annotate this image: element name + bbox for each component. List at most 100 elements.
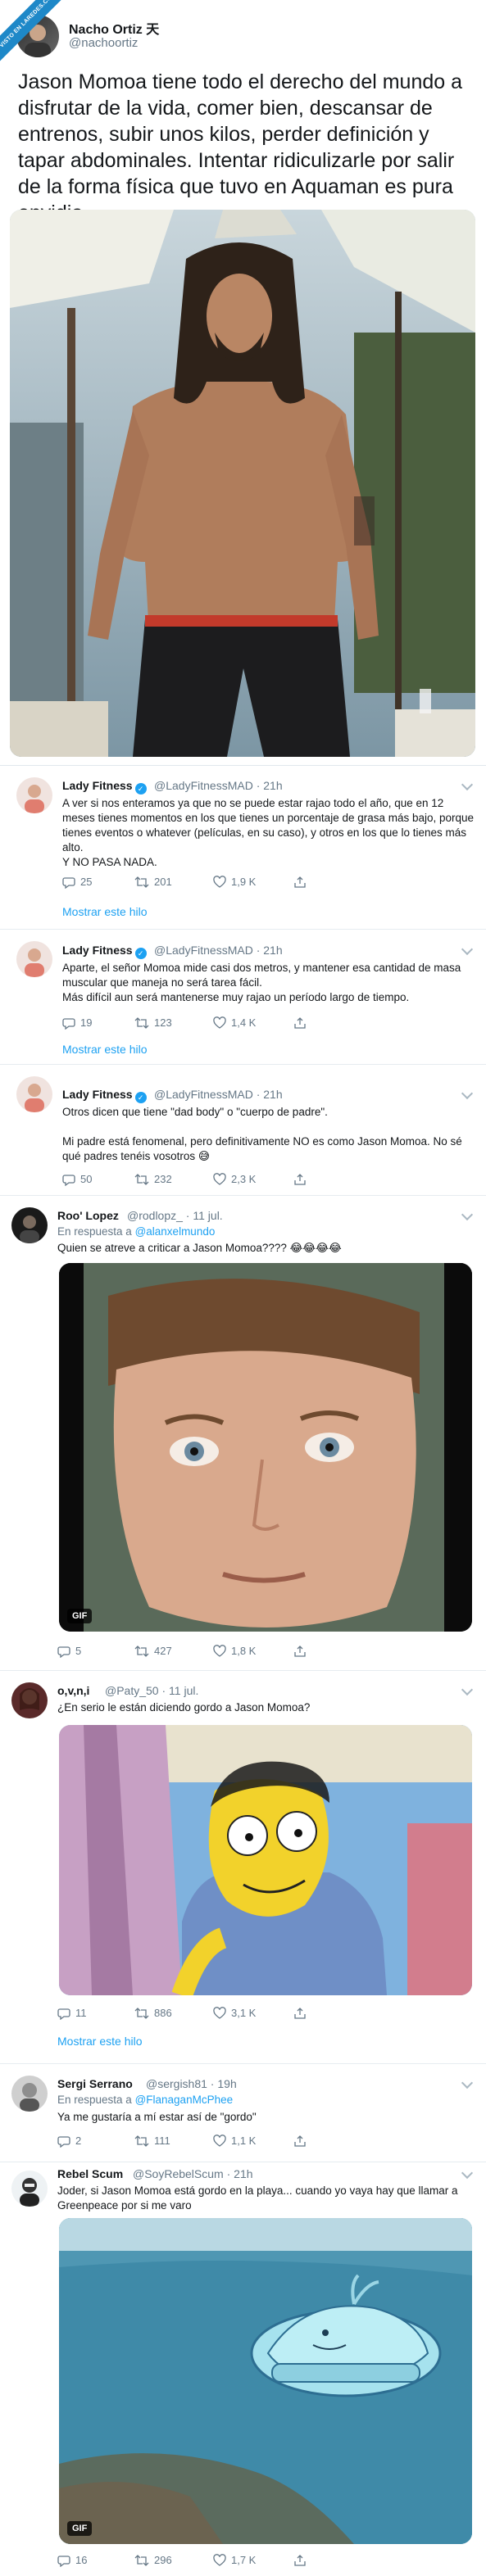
show-thread-link[interactable]: Mostrar este hilo: [57, 2035, 142, 2048]
tweet-gif[interactable]: GIF: [59, 1263, 472, 1632]
page: VISTO EN LAREDES.COM Nacho Ortiz 天 @nach…: [0, 0, 486, 2576]
retweet-button[interactable]: 201: [134, 874, 172, 890]
like-button[interactable]: 1,4 K: [213, 1015, 256, 1031]
avatar[interactable]: [11, 1682, 48, 1718]
avatar[interactable]: [11, 2076, 48, 2112]
avatar[interactable]: [16, 941, 52, 977]
in-reply-to[interactable]: En respuesta a @alanxelmundo: [57, 1225, 215, 1238]
tweet-image[interactable]: [59, 1725, 472, 1995]
share-button[interactable]: [293, 1643, 311, 1659]
chevron-down-icon[interactable]: [461, 778, 474, 791]
reply-button[interactable]: 50: [62, 1171, 92, 1188]
author-name[interactable]: Lady Fitness ✓: [62, 779, 147, 795]
author-handle-time[interactable]: @LadyFitnessMAD · 21h: [154, 1088, 283, 1101]
share-button[interactable]: [293, 2005, 311, 2021]
reply-button[interactable]: 19: [62, 1015, 92, 1031]
tweet-actions: 25 201 1,9 K: [62, 874, 333, 890]
tweet-actions: 50 232 2,3 K: [62, 1171, 333, 1188]
share-button[interactable]: [293, 874, 311, 890]
tweet-actions: 19 123 1,4 K: [62, 1015, 333, 1031]
retweet-icon: [134, 1646, 149, 1657]
chevron-down-icon[interactable]: [461, 2166, 474, 2180]
tweet-actions: 2 111 1,1 K: [57, 2133, 328, 2149]
chevron-down-icon[interactable]: [461, 943, 474, 956]
like-button[interactable]: 1,9 K: [213, 874, 256, 890]
reply-icon: [57, 2136, 70, 2148]
share-icon: [294, 876, 306, 888]
reply-text: Aparte, el señor Momoa mide casi dos met…: [62, 962, 461, 1003]
author-name[interactable]: o,v,n,i: [57, 1684, 89, 1697]
reply-icon: [62, 1175, 75, 1187]
show-thread-link[interactable]: Mostrar este hilo: [62, 905, 147, 918]
author-name[interactable]: Nacho Ortiz 天: [69, 18, 159, 38]
author-handle[interactable]: @nachoortiz: [69, 36, 138, 50]
share-icon: [294, 1646, 306, 1657]
like-button[interactable]: 1,7 K: [213, 2552, 256, 2569]
chevron-down-icon[interactable]: [461, 2076, 474, 2089]
in-reply-to[interactable]: En respuesta a @FlanaganMcPhee: [57, 2094, 233, 2106]
tweet-actions: 11 886 3,1 K: [57, 2005, 328, 2021]
reply-button[interactable]: 16: [57, 2552, 87, 2569]
heart-icon: [213, 2554, 226, 2566]
author-name[interactable]: Lady Fitness ✓: [62, 944, 147, 959]
avatar[interactable]: [16, 777, 52, 813]
share-icon: [294, 2555, 306, 2566]
share-button[interactable]: [293, 2133, 311, 2149]
retweet-button[interactable]: 111: [134, 2133, 170, 2149]
reply-text: ¿En serio le están diciendo gordo a Jaso…: [57, 1701, 311, 1714]
verified-badge-icon: ✓: [134, 1092, 147, 1103]
retweet-button[interactable]: 123: [134, 1015, 172, 1031]
tweet-photo[interactable]: [10, 210, 475, 757]
chevron-down-icon[interactable]: [461, 1208, 474, 1221]
author-name[interactable]: Sergi Serrano: [57, 2077, 133, 2090]
reply-button[interactable]: 25: [62, 874, 92, 890]
gif-badge: GIF: [67, 2521, 93, 2536]
reply-tweet: Lady Fitness ✓ @LadyFitnessMAD · 21h Otro…: [0, 1065, 486, 1196]
retweet-icon: [134, 2555, 149, 2566]
retweet-button[interactable]: 427: [134, 1643, 172, 1659]
reply-button[interactable]: 2: [57, 2133, 81, 2149]
reply-tweet: o,v,n,i @Paty_50 · 11 jul. ¿En serio le …: [0, 1671, 486, 2064]
retweet-button[interactable]: 886: [134, 2005, 172, 2021]
share-button[interactable]: [293, 2552, 311, 2569]
retweet-button[interactable]: 296: [134, 2552, 172, 2569]
chevron-down-icon[interactable]: [461, 1087, 474, 1100]
heart-icon: [213, 1173, 226, 1185]
like-button[interactable]: 3,1 K: [213, 2005, 256, 2021]
chevron-down-icon[interactable]: [461, 1683, 474, 1696]
author-handle-time[interactable]: @rodlopz_ · 11 jul.: [127, 1209, 223, 1222]
author-name[interactable]: Lady Fitness ✓: [62, 1088, 147, 1103]
reply-icon: [57, 2008, 70, 2021]
avatar[interactable]: [16, 1076, 52, 1112]
show-thread-link[interactable]: Mostrar este hilo: [62, 1043, 147, 1056]
retweet-icon: [134, 1017, 149, 1029]
reply-button[interactable]: 5: [57, 1643, 81, 1659]
verified-badge-icon: ✓: [134, 948, 147, 959]
author-handle-time[interactable]: @LadyFitnessMAD · 21h: [154, 779, 283, 792]
reply-tweet: Lady Fitness ✓ @LadyFitnessMAD · 21h A ve…: [0, 766, 486, 930]
avatar[interactable]: [11, 2171, 48, 2207]
like-button[interactable]: 1,1 K: [213, 2133, 256, 2149]
share-icon: [294, 1017, 306, 1029]
retweet-icon: [134, 1174, 149, 1185]
tweet-actions: 5 427 1,8 K: [57, 1643, 328, 1659]
share-button[interactable]: [293, 1015, 311, 1031]
author-name[interactable]: Rebel Scum: [57, 2167, 123, 2180]
author-handle-time[interactable]: @sergish81 · 19h: [146, 2077, 237, 2090]
share-icon: [294, 2008, 306, 2019]
author-handle-time[interactable]: @Paty_50 · 11 jul.: [105, 1684, 198, 1697]
tweet-gif[interactable]: GIF: [59, 2218, 472, 2544]
like-button[interactable]: 2,3 K: [213, 1171, 256, 1188]
like-button[interactable]: 1,8 K: [213, 1643, 256, 1659]
reply-button[interactable]: 11: [57, 2005, 87, 2021]
retweet-button[interactable]: 232: [134, 1171, 172, 1188]
author-handle-time[interactable]: @LadyFitnessMAD · 21h: [154, 944, 283, 957]
share-button[interactable]: [293, 1171, 311, 1188]
reply-text: Quien se atreve a criticar a Jason Momoa…: [57, 1242, 342, 1254]
gif-badge: GIF: [67, 1609, 93, 1623]
tweet-actions: 16 296 1,7 K: [57, 2552, 328, 2569]
author-handle-time[interactable]: @SoyRebelScum · 21h: [133, 2167, 253, 2180]
avatar[interactable]: [11, 1207, 48, 1243]
reply-icon: [62, 877, 75, 890]
author-name[interactable]: Roo' Lopez: [57, 1209, 119, 1222]
